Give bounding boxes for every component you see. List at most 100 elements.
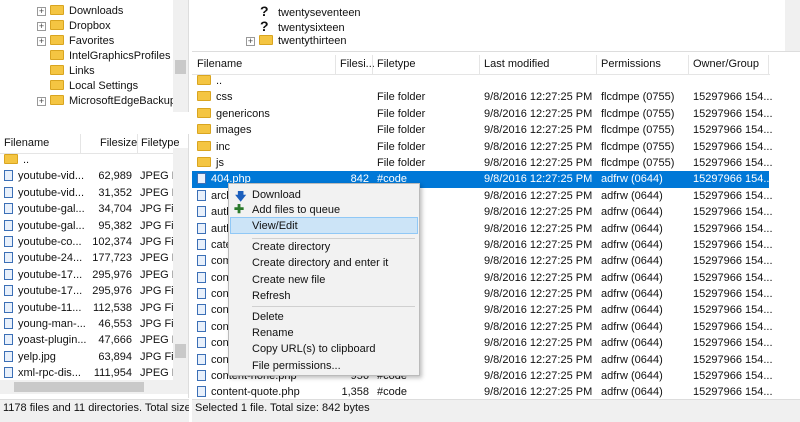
menu-item-create-file[interactable]: Create new file — [252, 272, 325, 288]
filename-cell: yoast-plugin... — [4, 332, 86, 348]
tree-node[interactable]: + twentythirteen — [246, 34, 361, 49]
table-row[interactable]: youtube-co... 102,374 JPG File — [0, 234, 182, 250]
menu-item-copy-url[interactable]: Copy URL(s) to clipboard — [252, 341, 376, 357]
file-name: con — [211, 304, 229, 317]
filename-cell: youtube-gal... — [4, 218, 85, 234]
remote-tree-scrollbar[interactable] — [785, 0, 800, 51]
table-row[interactable]: genericons File folder 9/8/2016 12:27:25 P… — [192, 106, 773, 122]
menu-item-rename[interactable]: Rename — [252, 325, 294, 341]
permissions: flcdmpe (0755) — [601, 124, 675, 137]
table-row[interactable]: css File folder 9/8/2016 12:27:25 PM flcdmp… — [192, 89, 773, 105]
file-type: File folder — [377, 91, 426, 104]
table-row[interactable]: youtube-vid... 62,989 JPEG Fil — [0, 168, 183, 184]
table-row[interactable]: .. — [0, 152, 172, 168]
permissions: adfrw (0644) — [601, 370, 663, 383]
table-row[interactable]: xml-rpc-dis... 111,954 JPEG Fil — [0, 365, 183, 381]
column-filetype[interactable]: Filetype — [377, 58, 416, 70]
php-file-icon — [197, 370, 206, 382]
filename-cell: youtube-vid... — [4, 185, 84, 201]
expand-toggle-icon[interactable]: + — [37, 37, 46, 46]
menu-item-view-edit[interactable]: View/Edit — [252, 218, 298, 234]
menu-item-delete[interactable]: Delete — [252, 309, 284, 325]
tree-node[interactable]: + MicrosoftEdgeBackups — [37, 94, 182, 109]
local-tree-scrollbar[interactable] — [173, 0, 188, 112]
table-row[interactable]: inc File folder 9/8/2016 12:27:25 PM flcdmp… — [192, 139, 773, 155]
tree-node[interactable]: IntelGraphicsProfiles — [37, 49, 182, 64]
table-row[interactable]: youtube-17... 295,976 JPEG Fil — [0, 267, 183, 283]
owner-group: 15297966 154... — [693, 370, 773, 383]
table-row[interactable]: young-man-... 46,553 JPG File — [0, 316, 182, 332]
table-row[interactable]: youtube-11... 112,538 JPG File — [0, 300, 182, 316]
table-row[interactable]: yoast-plugin... 47,666 JPEG Fil — [0, 332, 183, 348]
owner-group: 15297966 154... — [693, 320, 773, 333]
menu-item-create-directory-enter[interactable]: Create directory and enter it — [252, 255, 388, 271]
filename-cell: inc — [197, 139, 230, 155]
expand-toggle-icon[interactable]: + — [37, 97, 46, 106]
image-file-icon — [4, 252, 13, 264]
expand-toggle-icon[interactable]: + — [37, 22, 46, 31]
unknown-folder-icon: ? — [260, 18, 269, 34]
filename-cell: com — [197, 253, 232, 269]
column-permissions[interactable]: Permissions — [601, 58, 661, 70]
scroll-thumb[interactable] — [175, 60, 186, 74]
column-filename[interactable]: Filename — [197, 58, 242, 70]
unknown-folder-icon: ? — [260, 3, 269, 19]
permissions: flcdmpe (0755) — [601, 156, 675, 169]
tree-node[interactable]: + Dropbox — [37, 19, 182, 34]
local-list-hscrollbar[interactable] — [0, 380, 188, 394]
permissions: adfrw (0644) — [601, 288, 663, 301]
last-modified: 9/8/2016 12:27:25 PM — [484, 255, 593, 268]
table-row[interactable]: .. — [192, 73, 769, 89]
tree-node-label: Local Settings — [69, 80, 139, 92]
column-last-modified[interactable]: Last modified — [484, 58, 549, 70]
table-row[interactable]: content-quote.php 1,358 #code 9/8/2016 12:2… — [192, 384, 773, 398]
image-file-icon — [4, 334, 13, 346]
folder-icon — [50, 35, 64, 45]
tree-node[interactable]: Local Settings — [37, 79, 182, 94]
table-row[interactable]: images File folder 9/8/2016 12:27:25 PM flc… — [192, 122, 773, 138]
folder-icon — [50, 20, 64, 30]
tree-node[interactable]: + Favorites — [37, 34, 182, 49]
menu-item-add-to-queue[interactable]: Add files to queue — [252, 202, 340, 218]
folder-icon — [259, 35, 273, 45]
tree-node-label: Downloads — [69, 5, 124, 17]
column-filesize[interactable]: Filesi... — [340, 58, 375, 70]
tree-node[interactable]: ? twentyseventeen — [260, 3, 361, 20]
last-modified: 9/8/2016 12:27:25 PM — [484, 124, 593, 137]
local-list-scrollbar[interactable] — [173, 148, 188, 380]
remote-directory-tree[interactable]: ? twentyseventeen? twentysixteen + twentythi… — [192, 0, 800, 52]
table-row[interactable]: youtube-24... 177,723 JPEG Fil — [0, 250, 183, 266]
tree-node[interactable]: + Downloads — [37, 4, 182, 19]
table-row[interactable]: youtube-gal... 95,382 JPG File — [0, 218, 182, 234]
column-filesize[interactable]: Filesize — [100, 137, 137, 149]
file-name: con — [211, 353, 229, 366]
file-name: xml-rpc-dis... — [18, 367, 81, 380]
menu-item-download[interactable]: Download — [252, 187, 301, 203]
folder-icon — [50, 50, 64, 60]
scroll-thumb[interactable] — [14, 382, 144, 392]
table-row[interactable]: youtube-gal... 34,704 JPG File — [0, 201, 182, 217]
table-row[interactable]: yelp.jpg 63,894 JPG File — [0, 349, 182, 365]
image-file-icon — [4, 235, 13, 247]
local-file-list[interactable]: Filename Filesize Filetype .. youtube-vid… — [0, 134, 189, 398]
filename-cell: cate — [197, 237, 232, 253]
permissions: flcdmpe (0755) — [601, 140, 675, 153]
menu-item-file-permissions[interactable]: File permissions... — [252, 358, 341, 374]
tree-node[interactable]: ? twentysixteen — [260, 18, 361, 35]
php-file-icon — [197, 320, 206, 332]
last-modified: 9/8/2016 12:27:25 PM — [484, 370, 593, 383]
local-directory-tree[interactable]: + Downloads + Dropbox + Favorites IntelGraphic… — [0, 0, 189, 112]
filename-cell: css — [197, 89, 233, 105]
expand-toggle-icon[interactable]: + — [37, 7, 46, 16]
owner-group: 15297966 154... — [693, 288, 773, 301]
column-owner-group[interactable]: Owner/Group — [693, 58, 759, 70]
table-row[interactable]: youtube-17... 295,976 JPG File — [0, 283, 182, 299]
scroll-thumb[interactable] — [175, 344, 186, 358]
table-row[interactable]: js File folder 9/8/2016 12:27:25 PM flcdmpe… — [192, 155, 773, 171]
menu-item-refresh[interactable]: Refresh — [252, 288, 291, 304]
tree-node[interactable]: Links — [37, 64, 182, 79]
expand-toggle-icon[interactable]: + — [246, 37, 255, 46]
menu-item-create-directory[interactable]: Create directory — [252, 239, 330, 255]
column-filename[interactable]: Filename — [4, 137, 49, 149]
table-row[interactable]: youtube-vid... 31,352 JPEG Fil — [0, 185, 183, 201]
